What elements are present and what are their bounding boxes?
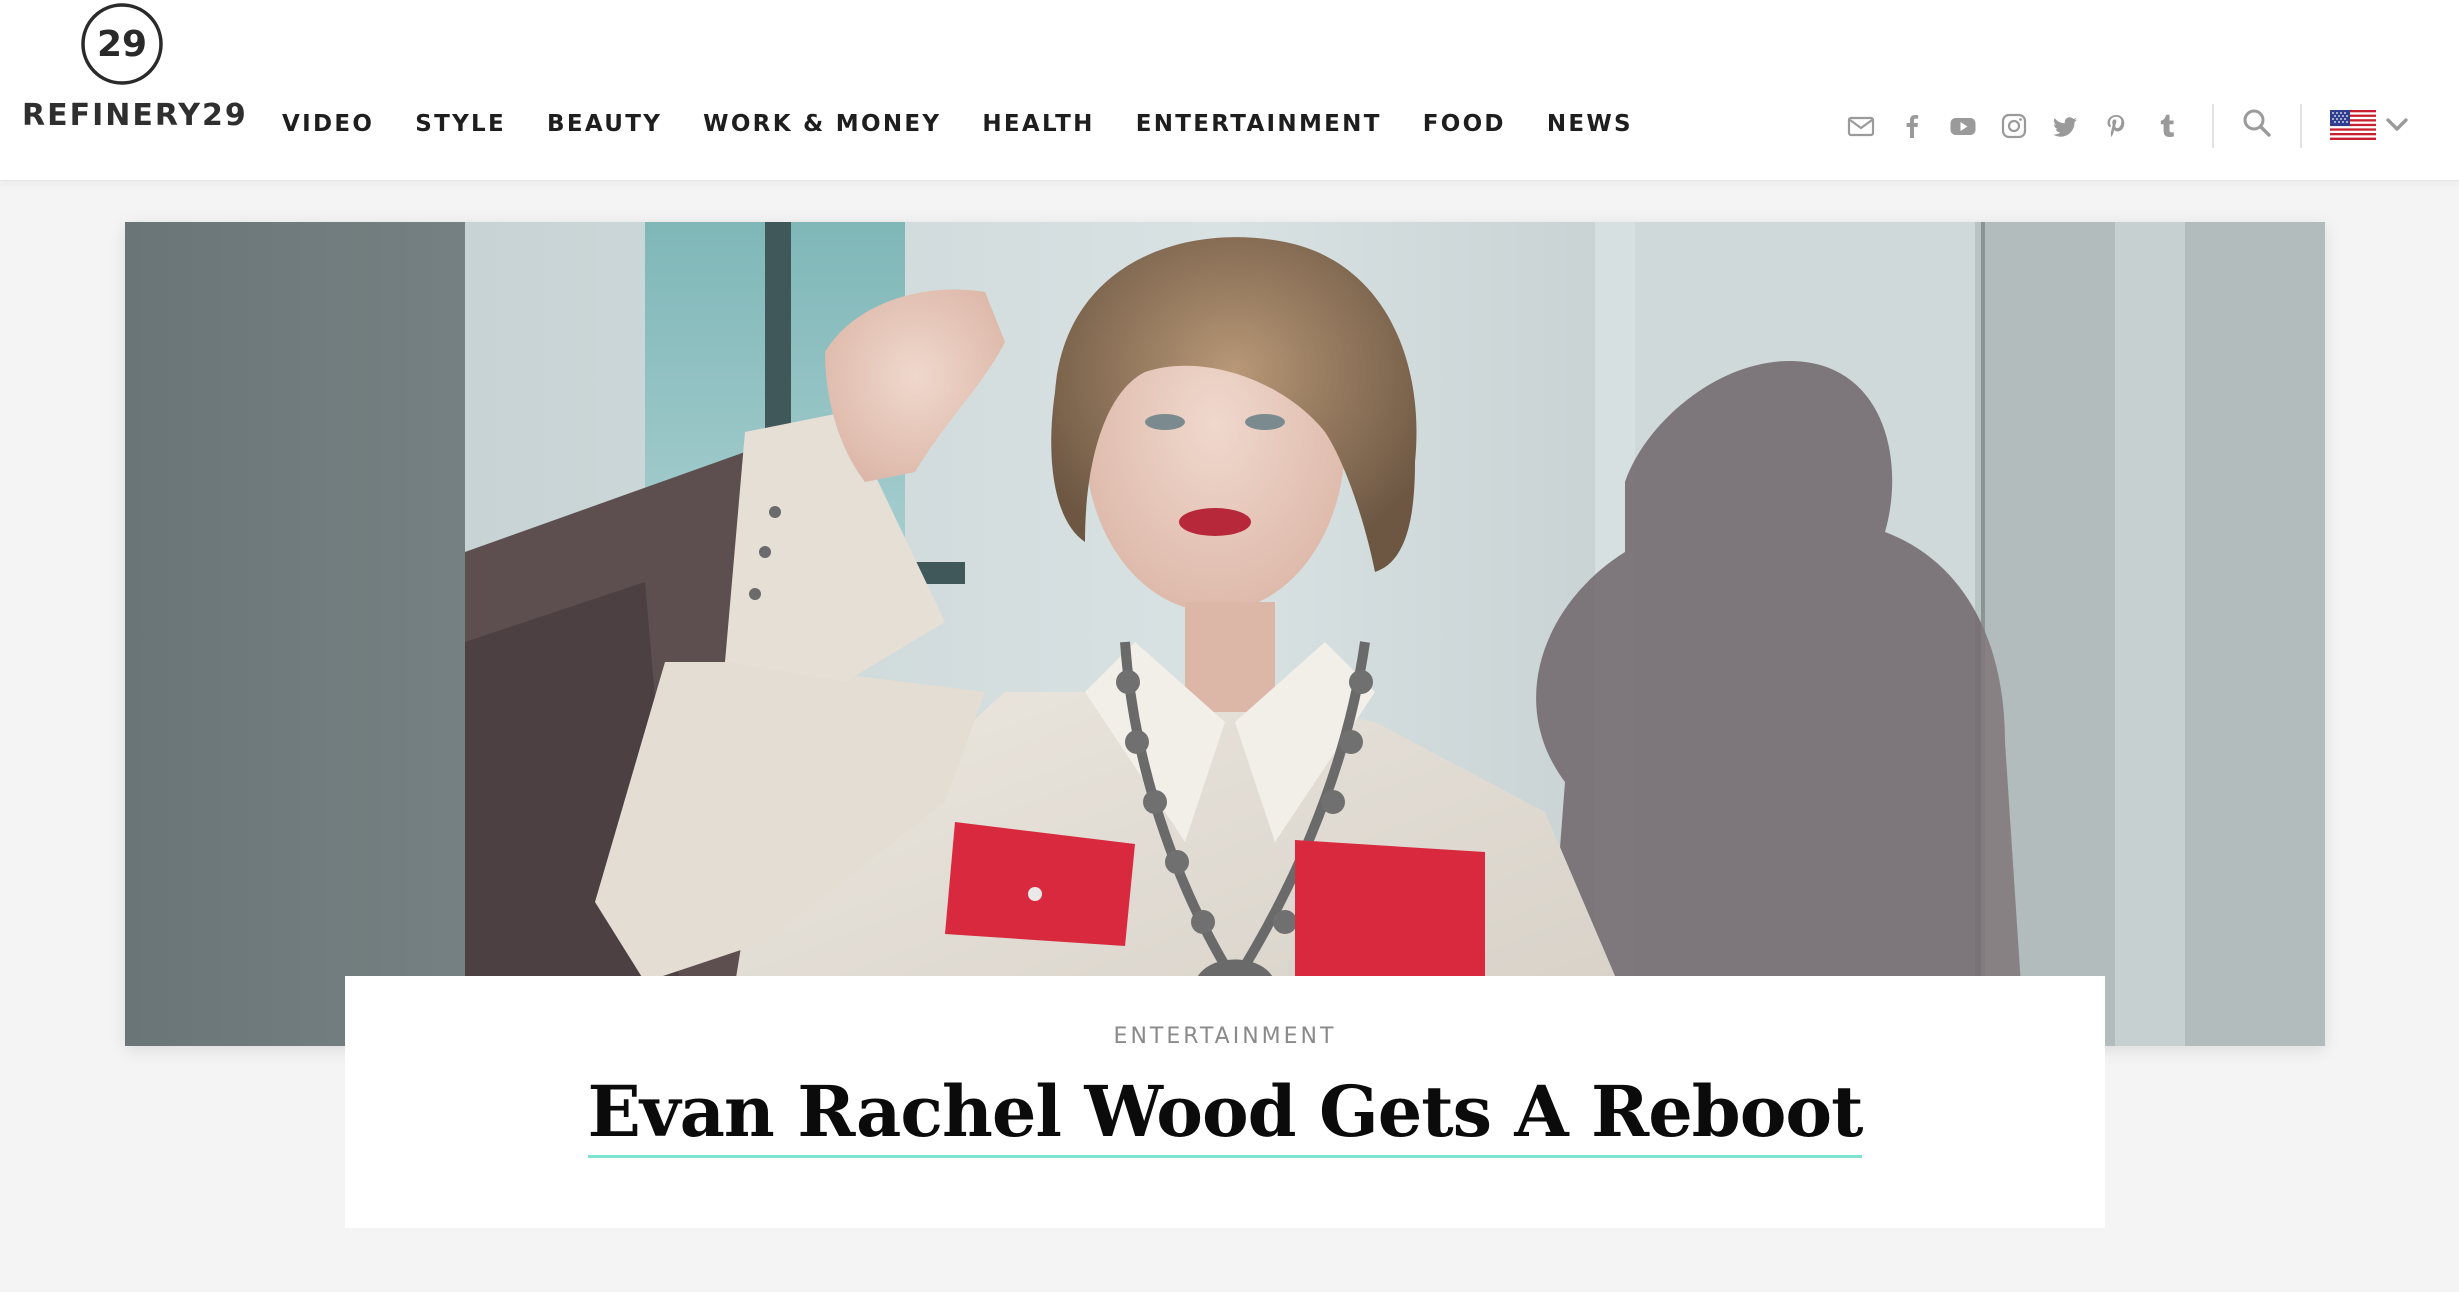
nav-item-style[interactable]: STYLE <box>415 111 506 137</box>
facebook-icon[interactable] <box>1897 111 1927 141</box>
nav-item-health[interactable]: HEALTH <box>982 111 1094 137</box>
nav-item-food[interactable]: FOOD <box>1423 111 1506 137</box>
nav-item-work-money[interactable]: WORK & MONEY <box>703 111 941 137</box>
hero-photo <box>125 222 2325 1046</box>
article-category[interactable]: ENTERTAINMENT <box>345 1024 2105 1049</box>
youtube-icon[interactable] <box>1948 111 1978 141</box>
search-icon[interactable] <box>2240 106 2274 140</box>
tumblr-icon[interactable] <box>2152 111 2182 141</box>
hero-image[interactable] <box>125 222 2325 1046</box>
locale-selector[interactable] <box>2330 108 2410 142</box>
us-flag-icon <box>2330 110 2376 140</box>
instagram-icon[interactable] <box>1999 111 2029 141</box>
twitter-icon[interactable] <box>2050 111 2080 141</box>
article-title-card: ENTERTAINMENT Evan Rachel Wood Gets A Re… <box>345 976 2105 1228</box>
site-header: 29 REFINERY29 VIDEO STYLE BEAUTY WORK & … <box>0 0 2459 181</box>
header-divider <box>2300 104 2302 148</box>
social-links <box>1846 106 2203 146</box>
header-divider <box>2212 104 2214 148</box>
article-headline[interactable]: Evan Rachel Wood Gets A Reboot <box>587 1070 1863 1158</box>
nav-item-entertainment[interactable]: ENTERTAINMENT <box>1136 111 1382 137</box>
nav-item-video[interactable]: VIDEO <box>282 111 374 137</box>
chevron-down-icon <box>2386 118 2408 131</box>
logo-mark-icon: 29 <box>81 3 163 85</box>
logo-mark-text: 29 <box>97 24 147 65</box>
nav-item-beauty[interactable]: BEAUTY <box>547 111 662 137</box>
headline-wrapper: Evan Rachel Wood Gets A Reboot <box>345 1070 2105 1158</box>
pinterest-icon[interactable] <box>2101 111 2131 141</box>
nav-item-news[interactable]: NEWS <box>1547 111 1633 137</box>
site-logo[interactable]: 29 REFINERY29 <box>22 0 246 140</box>
main-nav: VIDEO STYLE BEAUTY WORK & MONEY HEALTH E… <box>282 104 1674 144</box>
email-icon[interactable] <box>1846 111 1876 141</box>
logo-wordmark: REFINERY29 <box>22 98 248 133</box>
